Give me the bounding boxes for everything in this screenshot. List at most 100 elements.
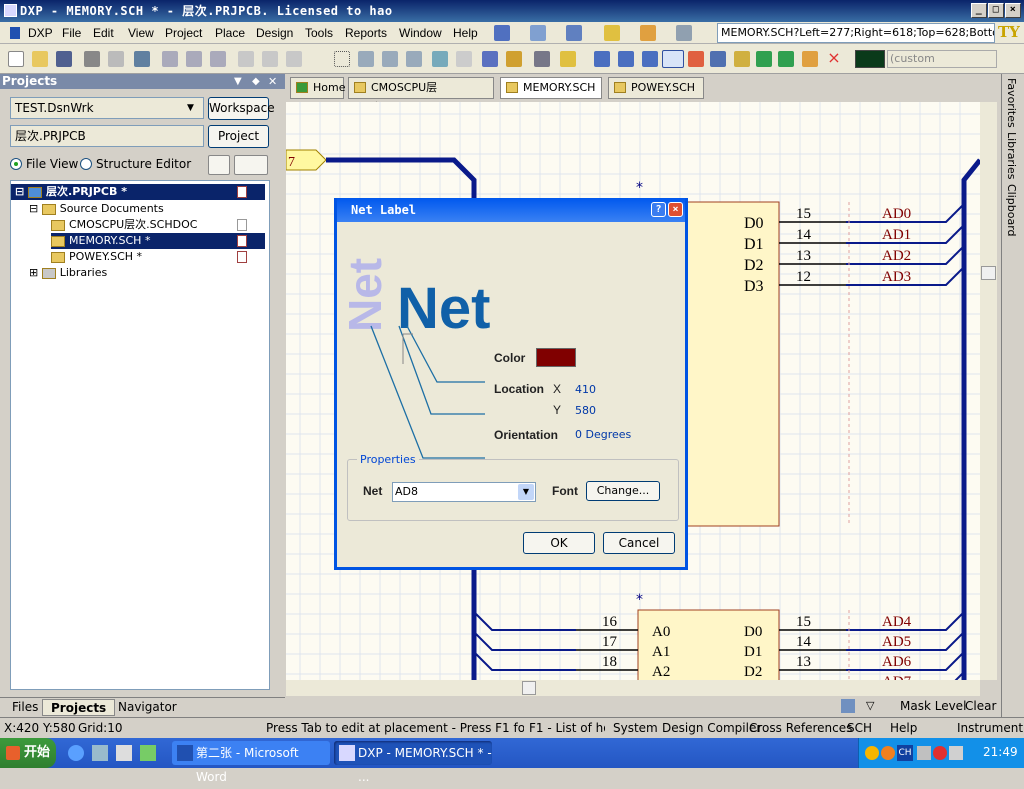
tray-icon[interactable] xyxy=(881,746,895,760)
close-icon[interactable]: × xyxy=(668,202,683,217)
cut-icon[interactable] xyxy=(238,51,254,67)
horizontal-scrollbar[interactable] xyxy=(286,680,980,696)
sheet-entry-icon[interactable] xyxy=(778,51,794,67)
filter-icon[interactable] xyxy=(841,699,855,713)
hierarchy-icon[interactable] xyxy=(482,51,498,67)
task-word[interactable]: 第二张 - Microsoft Word xyxy=(172,741,330,784)
menu-project[interactable]: Project xyxy=(165,26,202,40)
y-value[interactable]: 580 xyxy=(575,404,596,417)
outlook-icon[interactable] xyxy=(92,745,108,761)
scroll-thumb[interactable] xyxy=(522,681,536,695)
layers-icon[interactable] xyxy=(134,51,150,67)
cancel-button[interactable]: Cancel xyxy=(603,532,675,554)
tab-memory[interactable]: MEMORY.SCH * xyxy=(500,77,602,114)
tab-cmoscpu[interactable]: CMOSCPU层次.SCHDOC xyxy=(348,77,494,114)
help-icon[interactable] xyxy=(560,51,576,67)
zoom-selected-icon[interactable] xyxy=(210,51,226,67)
start-button[interactable]: 开始 xyxy=(0,738,56,768)
x-value[interactable]: 410 xyxy=(575,383,596,396)
workspace-button[interactable]: Workspace xyxy=(208,97,275,120)
menu-edit[interactable]: Edit xyxy=(93,26,114,40)
system-button[interactable]: System xyxy=(613,718,658,738)
layers-button[interactable] xyxy=(208,155,230,175)
place-bus-icon[interactable] xyxy=(618,51,634,67)
net-label-icon[interactable] xyxy=(662,50,684,68)
tree-item-project[interactable]: ⊟ 层次.PRJPCB * xyxy=(11,184,265,200)
menu-design[interactable]: Design xyxy=(256,26,293,40)
tab-favorites[interactable]: Favorites xyxy=(1005,78,1018,128)
vertical-scrollbar[interactable] xyxy=(980,102,997,680)
structure-editor-radio[interactable] xyxy=(80,158,92,170)
sch-button[interactable]: SCH xyxy=(847,718,872,738)
menu-place[interactable]: Place xyxy=(215,26,245,40)
ime-indicator[interactable]: CH xyxy=(897,745,913,761)
tree-item-memory[interactable]: MEMORY.SCH * xyxy=(51,233,265,249)
app-icon[interactable] xyxy=(140,745,156,761)
zoom-fit-icon[interactable] xyxy=(162,51,178,67)
maximize-button[interactable]: □ xyxy=(988,3,1004,18)
vcc-icon[interactable] xyxy=(710,51,726,67)
bus-entry-icon[interactable] xyxy=(642,51,658,67)
print-icon[interactable] xyxy=(84,51,100,67)
menu-dxp[interactable]: DXP xyxy=(28,26,53,40)
instrument-racks-button[interactable]: Instrument Racks xyxy=(957,718,1023,738)
net-name-combo[interactable]: AD8 ▼ xyxy=(392,482,536,502)
ok-button[interactable]: OK xyxy=(523,532,595,554)
panel-close-icon[interactable]: ✕ xyxy=(268,74,277,89)
workspace-combo[interactable]: TEST.DsnWrk ▼ xyxy=(10,97,204,119)
browse-icon[interactable] xyxy=(506,51,522,67)
place-wire-icon[interactable] xyxy=(594,51,610,67)
close-button[interactable]: × xyxy=(1005,3,1021,18)
zoom-area-icon[interactable] xyxy=(186,51,202,67)
part-tool-icon[interactable] xyxy=(640,25,656,41)
tray-icon[interactable] xyxy=(917,746,931,760)
mask-level-button[interactable]: Mask Level xyxy=(900,699,966,713)
location-combo[interactable]: MEMORY.SCH?Left=277;Right=618;Top=628;Bo… xyxy=(717,23,995,43)
tray-icon[interactable] xyxy=(933,746,947,760)
menu-window[interactable]: Window xyxy=(399,26,442,40)
tab-libraries[interactable]: Libraries xyxy=(1005,132,1018,180)
cross-references-button[interactable]: Cross References xyxy=(749,718,852,738)
file-view-radio[interactable] xyxy=(10,158,22,170)
network-icon[interactable] xyxy=(949,746,963,760)
junction-tool-icon[interactable] xyxy=(604,25,620,41)
copy-icon[interactable] xyxy=(262,51,278,67)
compile-icon[interactable] xyxy=(534,51,550,67)
tab-clipboard[interactable]: Clipboard xyxy=(1005,184,1018,237)
tab-home[interactable]: Home xyxy=(290,77,345,99)
move-icon[interactable] xyxy=(358,51,374,67)
tab-navigator[interactable]: Navigator xyxy=(110,699,185,716)
help-icon[interactable]: ? xyxy=(651,202,666,217)
port-icon[interactable] xyxy=(802,51,818,67)
new-icon[interactable] xyxy=(8,51,24,67)
tree-item-cmoscpu[interactable]: CMOSCPU层次.SCHDOC xyxy=(51,217,265,233)
help-button[interactable]: Help xyxy=(890,718,917,738)
no-erc-icon[interactable]: × xyxy=(826,50,842,67)
options-button[interactable] xyxy=(234,155,268,175)
cross-probe-icon[interactable] xyxy=(406,51,422,67)
color-swatch[interactable] xyxy=(855,50,885,68)
minimize-button[interactable]: _ xyxy=(971,3,987,18)
panel-menu-icon[interactable]: ▼ xyxy=(234,74,242,89)
redo-icon[interactable] xyxy=(456,51,472,67)
tree-item-source-documents[interactable]: ⊟ Source Documents xyxy=(29,201,164,217)
tab-powey[interactable]: POWEY.SCH * xyxy=(608,77,704,114)
pin-icon[interactable]: ◆ xyxy=(252,74,260,89)
clear-button[interactable]: Clear xyxy=(965,699,996,713)
design-compiler-button[interactable]: Design Compiler xyxy=(662,718,761,738)
menu-reports[interactable]: Reports xyxy=(345,26,387,40)
deselect-icon[interactable] xyxy=(382,51,398,67)
tray-icon[interactable] xyxy=(865,746,879,760)
grid-tool-icon[interactable] xyxy=(676,25,692,41)
wire-tool-icon[interactable] xyxy=(494,25,510,41)
sheet-symbol-icon[interactable] xyxy=(756,51,772,67)
task-dxp[interactable]: DXP - MEMORY.SCH * - ... xyxy=(334,741,492,784)
orientation-value[interactable]: 0 Degrees xyxy=(575,428,631,441)
print-preview-icon[interactable] xyxy=(108,51,124,67)
open-icon[interactable] xyxy=(32,51,48,67)
paste-icon[interactable] xyxy=(286,51,302,67)
change-font-button[interactable]: Change... xyxy=(586,481,660,501)
save-icon[interactable] xyxy=(56,51,72,67)
color-swatch[interactable] xyxy=(536,348,576,367)
tab-projects[interactable]: Projects xyxy=(42,699,116,716)
